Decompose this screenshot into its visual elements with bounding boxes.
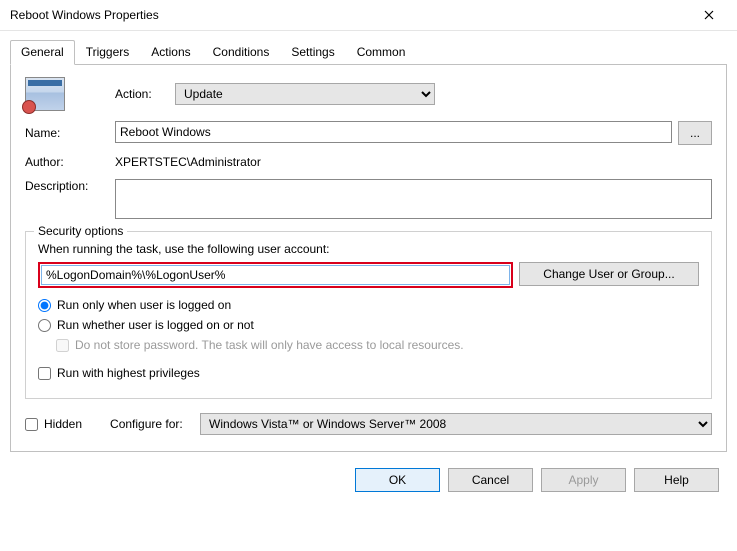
- security-prompt: When running the task, use the following…: [38, 242, 699, 256]
- radio-run-logged-on-label: Run only when user is logged on: [57, 298, 231, 312]
- tab-general[interactable]: General: [10, 40, 75, 65]
- check-highest-privileges-input[interactable]: [38, 367, 51, 380]
- configure-for-label: Configure for:: [110, 417, 200, 431]
- tab-common[interactable]: Common: [346, 40, 417, 65]
- description-label: Description:: [25, 179, 115, 193]
- check-highest-privileges-label: Run with highest privileges: [57, 366, 200, 380]
- window-title: Reboot Windows Properties: [10, 8, 689, 22]
- help-button[interactable]: Help: [634, 468, 719, 492]
- ok-button[interactable]: OK: [355, 468, 440, 492]
- security-options-group: Security options When running the task, …: [25, 231, 712, 399]
- dialog-footer: OK Cancel Apply Help: [0, 460, 737, 504]
- close-icon: [704, 10, 714, 20]
- security-legend: Security options: [34, 224, 127, 238]
- radio-run-whether-input[interactable]: [38, 319, 51, 332]
- tab-bar: General Triggers Actions Conditions Sett…: [10, 39, 727, 65]
- check-no-store-password-label: Do not store password. The task will onl…: [75, 338, 464, 352]
- radio-run-whether-label: Run whether user is logged on or not: [57, 318, 254, 332]
- check-highest-privileges[interactable]: Run with highest privileges: [38, 366, 699, 380]
- task-icon: [25, 77, 65, 111]
- tab-triggers[interactable]: Triggers: [75, 40, 141, 65]
- check-no-store-password-input: [56, 339, 69, 352]
- author-value: XPERTSTEC\Administrator: [115, 155, 261, 169]
- check-hidden[interactable]: Hidden: [25, 417, 82, 431]
- radio-run-logged-on[interactable]: Run only when user is logged on: [38, 298, 699, 312]
- check-hidden-label: Hidden: [44, 417, 82, 431]
- configure-for-select[interactable]: Windows Vista™ or Windows Server™ 2008: [200, 413, 712, 435]
- name-label: Name:: [25, 126, 115, 140]
- name-input[interactable]: [115, 121, 672, 143]
- account-highlight: [38, 262, 513, 288]
- action-select[interactable]: Update: [175, 83, 435, 105]
- radio-run-logged-on-input[interactable]: [38, 299, 51, 312]
- titlebar: Reboot Windows Properties: [0, 0, 737, 31]
- close-button[interactable]: [689, 1, 729, 29]
- action-label: Action:: [115, 87, 175, 101]
- general-panel: Action: Update Name: ... Author: XPERTST…: [10, 65, 727, 452]
- browse-button[interactable]: ...: [678, 121, 712, 145]
- account-input[interactable]: [41, 265, 510, 285]
- tab-actions[interactable]: Actions: [140, 40, 201, 65]
- radio-run-whether[interactable]: Run whether user is logged on or not: [38, 318, 699, 332]
- apply-button: Apply: [541, 468, 626, 492]
- author-label: Author:: [25, 155, 115, 169]
- tab-settings[interactable]: Settings: [280, 40, 345, 65]
- description-input[interactable]: [115, 179, 712, 219]
- check-no-store-password: Do not store password. The task will onl…: [56, 338, 699, 352]
- check-hidden-input[interactable]: [25, 418, 38, 431]
- tab-conditions[interactable]: Conditions: [202, 40, 281, 65]
- change-user-button[interactable]: Change User or Group...: [519, 262, 699, 286]
- cancel-button[interactable]: Cancel: [448, 468, 533, 492]
